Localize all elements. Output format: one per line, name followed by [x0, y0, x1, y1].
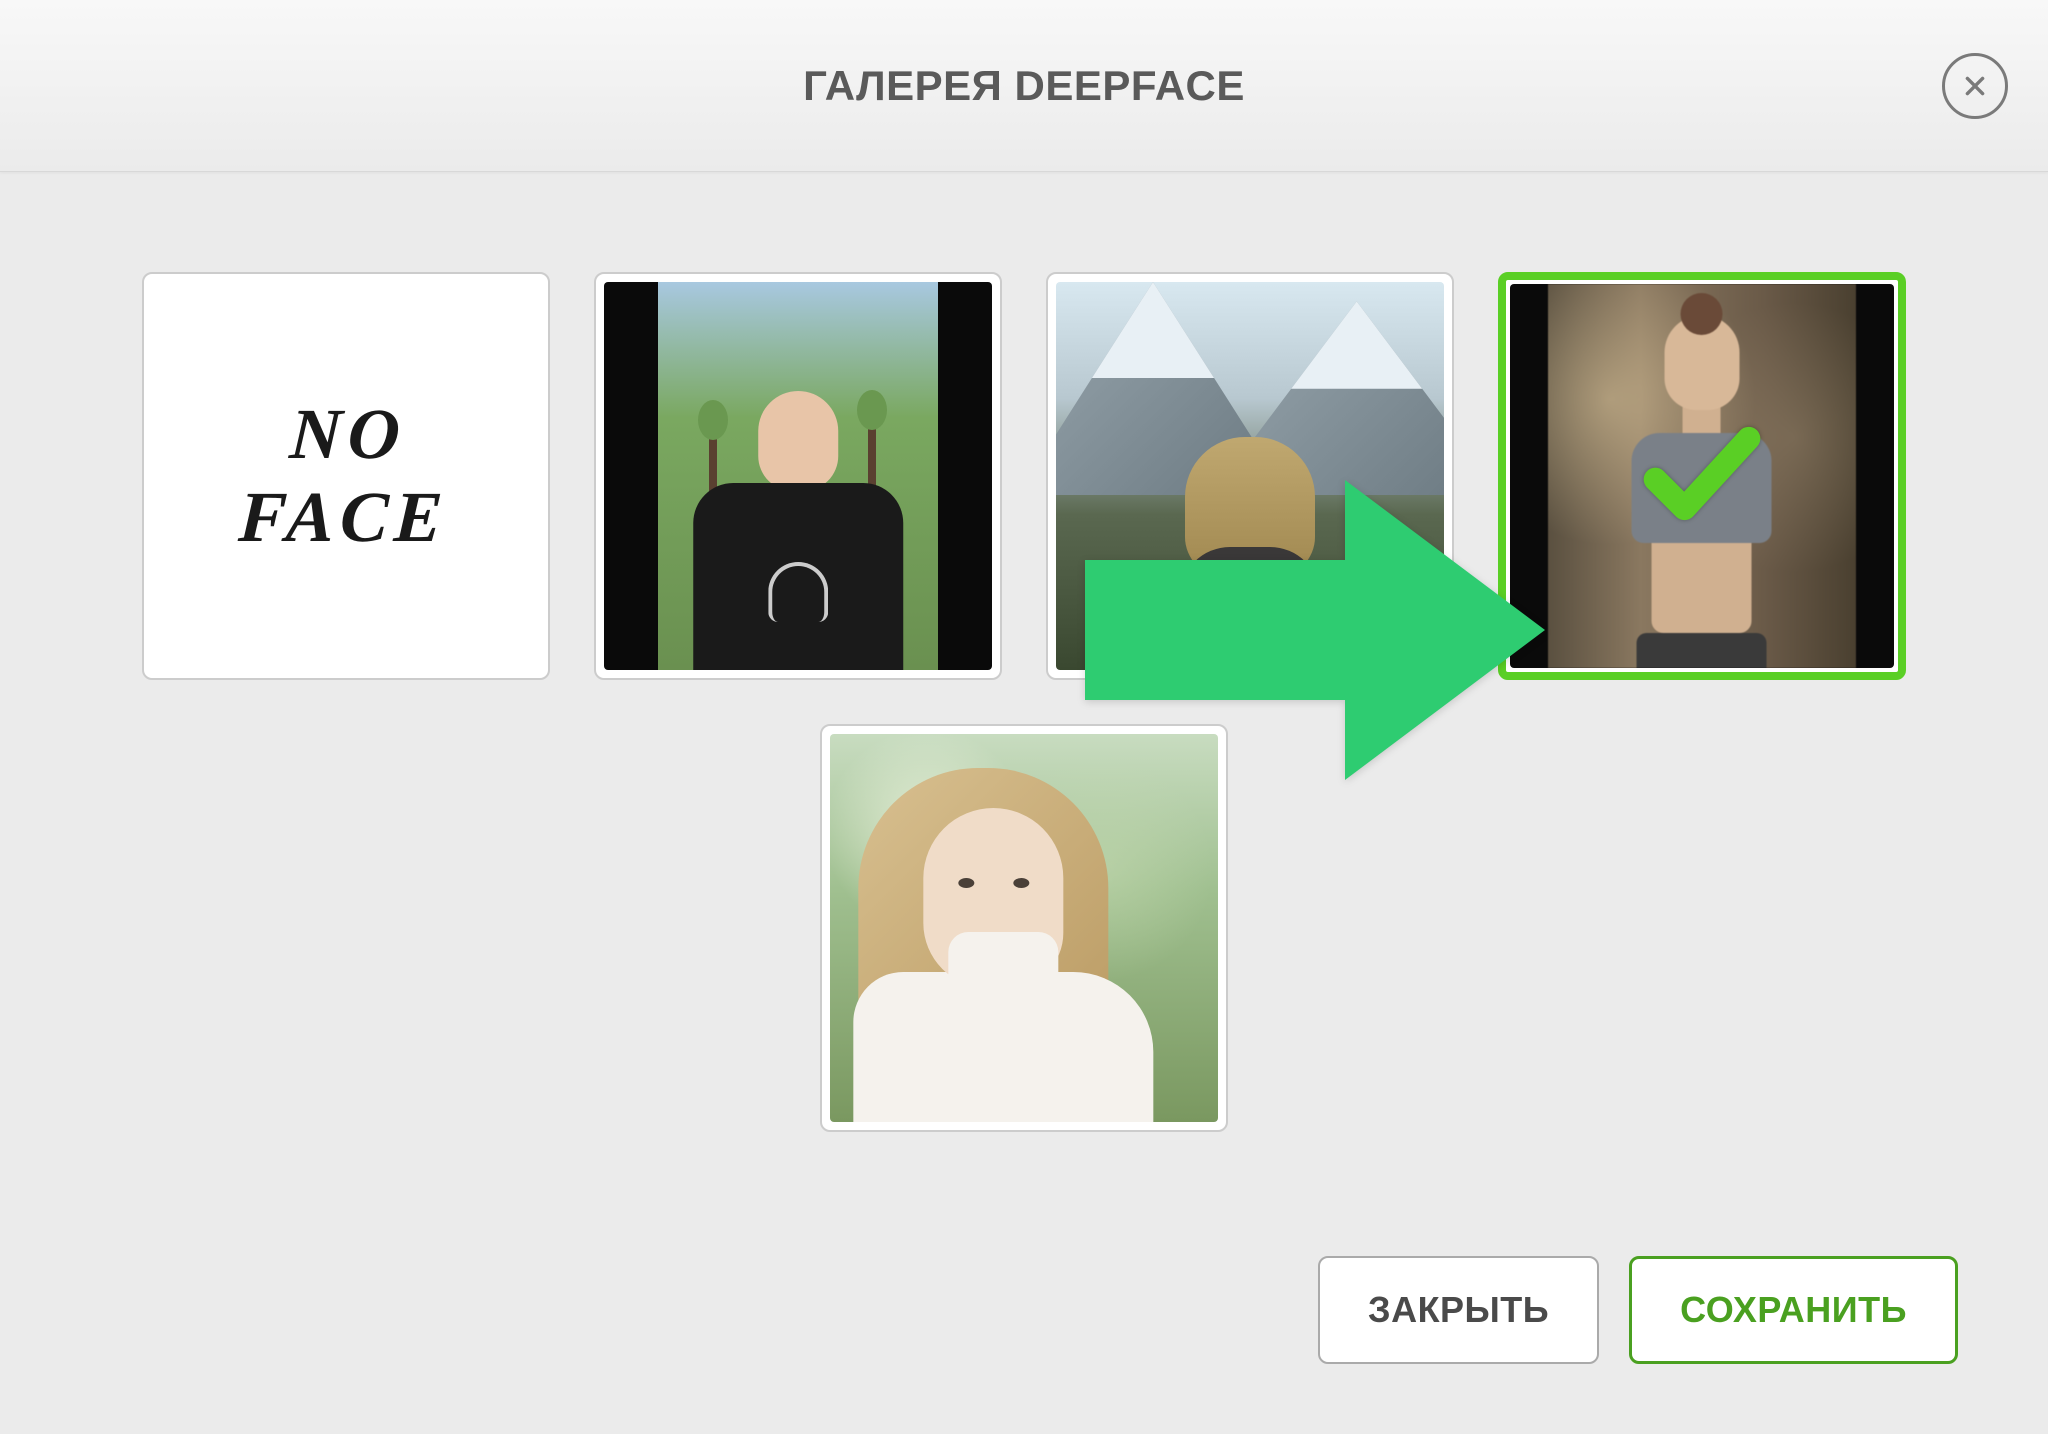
no-face-text: NO FACE	[237, 393, 455, 559]
gallery-item-woman-mountains[interactable]	[1046, 272, 1454, 680]
gallery-item-woman-gym[interactable]	[1498, 272, 1906, 680]
gallery-modal: ГАЛЕРЕЯ DEEPFACE NO FACE	[0, 0, 2048, 1434]
modal-footer: ЗАКРЫТЬ СОХРАНИТЬ	[0, 1226, 2048, 1434]
gallery-thumb-man-park	[604, 282, 992, 670]
gallery-item-woman-blonde-park[interactable]	[820, 724, 1228, 1132]
close-icon	[1962, 73, 1988, 99]
modal-body: NO FACE	[0, 172, 2048, 1226]
gallery-thumb-woman-blonde-park	[830, 734, 1218, 1122]
gallery-item-man-park[interactable]	[594, 272, 1002, 680]
modal-header: ГАЛЕРЕЯ DEEPFACE	[0, 0, 2048, 172]
gallery-thumb-woman-mountains	[1056, 282, 1444, 670]
save-button[interactable]: СОХРАНИТЬ	[1629, 1256, 1958, 1364]
close-button[interactable]	[1942, 53, 2008, 119]
gallery-item-no-face[interactable]: NO FACE	[142, 272, 550, 680]
selected-check-icon	[1632, 404, 1772, 549]
gallery-thumb-woman-gym	[1510, 284, 1894, 668]
cancel-button[interactable]: ЗАКРЫТЬ	[1318, 1256, 1599, 1364]
gallery-grid: NO FACE	[140, 272, 1908, 1132]
gallery-thumb-no-face: NO FACE	[152, 282, 540, 670]
modal-title: ГАЛЕРЕЯ DEEPFACE	[803, 62, 1245, 110]
